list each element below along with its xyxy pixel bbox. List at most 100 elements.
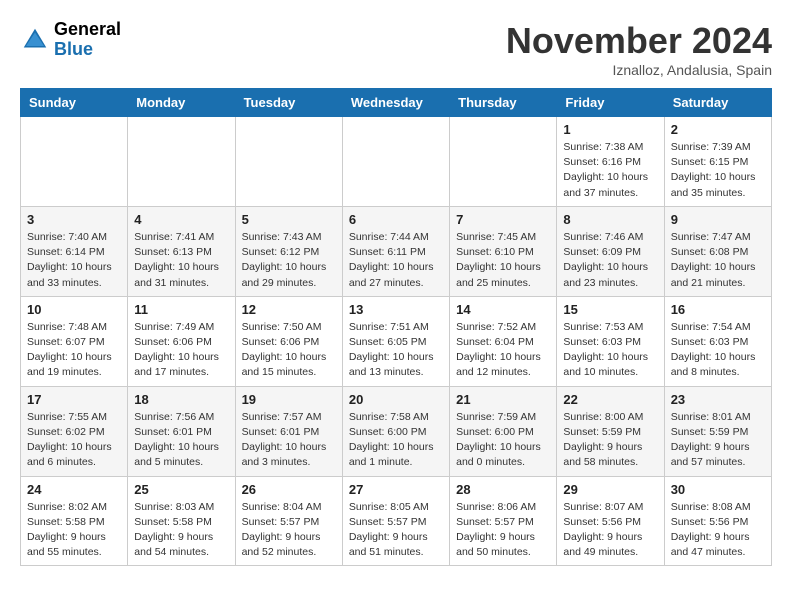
calendar-cell: 13 Sunrise: 7:51 AM Sunset: 6:05 PM Dayli… xyxy=(342,296,449,386)
day-number: 27 xyxy=(349,482,443,497)
calendar-week-row: 17 Sunrise: 7:55 AM Sunset: 6:02 PM Dayli… xyxy=(21,386,772,476)
day-number: 22 xyxy=(563,392,657,407)
day-info: Sunrise: 8:06 AM Sunset: 5:57 PM Dayligh… xyxy=(456,500,550,561)
calendar-header: SundayMondayTuesdayWednesdayThursdayFrid… xyxy=(21,89,772,117)
day-number: 5 xyxy=(242,212,336,227)
title-block: November 2024 Iznalloz, Andalusia, Spain xyxy=(506,20,772,78)
weekday-header: Thursday xyxy=(450,89,557,117)
day-number: 8 xyxy=(563,212,657,227)
day-info: Sunrise: 7:56 AM Sunset: 6:01 PM Dayligh… xyxy=(134,410,228,471)
calendar-week-row: 24 Sunrise: 8:02 AM Sunset: 5:58 PM Dayli… xyxy=(21,476,772,566)
calendar-cell xyxy=(235,117,342,207)
day-info: Sunrise: 8:05 AM Sunset: 5:57 PM Dayligh… xyxy=(349,500,443,561)
calendar: SundayMondayTuesdayWednesdayThursdayFrid… xyxy=(20,88,772,566)
day-number: 6 xyxy=(349,212,443,227)
calendar-cell: 9Sunrise: 7:47 AM Sunset: 6:08 PM Daylig… xyxy=(664,206,771,296)
day-number: 7 xyxy=(456,212,550,227)
day-number: 16 xyxy=(671,302,765,317)
calendar-cell: 28 Sunrise: 8:06 AM Sunset: 5:57 PM Dayli… xyxy=(450,476,557,566)
calendar-week-row: 1 Sunrise: 7:38 AM Sunset: 6:16 PM Daylig… xyxy=(21,117,772,207)
day-number: 10 xyxy=(27,302,121,317)
day-number: 19 xyxy=(242,392,336,407)
calendar-cell: 23Sunrise: 8:01 AM Sunset: 5:59 PM Dayli… xyxy=(664,386,771,476)
weekday-header: Wednesday xyxy=(342,89,449,117)
day-info: Sunrise: 7:43 AM Sunset: 6:12 PM Dayligh… xyxy=(242,230,336,291)
day-info: Sunrise: 7:52 AM Sunset: 6:04 PM Dayligh… xyxy=(456,320,550,381)
calendar-cell: 14 Sunrise: 7:52 AM Sunset: 6:04 PM Dayli… xyxy=(450,296,557,386)
calendar-cell: 3Sunrise: 7:40 AM Sunset: 6:14 PM Daylig… xyxy=(21,206,128,296)
weekday-header: Sunday xyxy=(21,89,128,117)
day-info: Sunrise: 7:51 AM Sunset: 6:05 PM Dayligh… xyxy=(349,320,443,381)
day-number: 23 xyxy=(671,392,765,407)
day-number: 25 xyxy=(134,482,228,497)
day-info: Sunrise: 7:57 AM Sunset: 6:01 PM Dayligh… xyxy=(242,410,336,471)
day-info: Sunrise: 8:04 AM Sunset: 5:57 PM Dayligh… xyxy=(242,500,336,561)
day-number: 14 xyxy=(456,302,550,317)
weekday-header: Saturday xyxy=(664,89,771,117)
day-number: 12 xyxy=(242,302,336,317)
day-number: 20 xyxy=(349,392,443,407)
calendar-body: 1 Sunrise: 7:38 AM Sunset: 6:16 PM Daylig… xyxy=(21,117,772,566)
day-number: 30 xyxy=(671,482,765,497)
calendar-cell: 4 Sunrise: 7:41 AM Sunset: 6:13 PM Daylig… xyxy=(128,206,235,296)
logo: General Blue xyxy=(20,20,121,60)
day-number: 17 xyxy=(27,392,121,407)
weekday-header: Tuesday xyxy=(235,89,342,117)
logo-text: General Blue xyxy=(54,20,121,60)
calendar-cell: 8Sunrise: 7:46 AM Sunset: 6:09 PM Daylig… xyxy=(557,206,664,296)
weekday-header: Friday xyxy=(557,89,664,117)
day-info: Sunrise: 7:53 AM Sunset: 6:03 PM Dayligh… xyxy=(563,320,657,381)
day-info: Sunrise: 7:41 AM Sunset: 6:13 PM Dayligh… xyxy=(134,230,228,291)
calendar-cell: 5 Sunrise: 7:43 AM Sunset: 6:12 PM Daylig… xyxy=(235,206,342,296)
calendar-cell: 27 Sunrise: 8:05 AM Sunset: 5:57 PM Dayli… xyxy=(342,476,449,566)
day-number: 11 xyxy=(134,302,228,317)
day-info: Sunrise: 7:45 AM Sunset: 6:10 PM Dayligh… xyxy=(456,230,550,291)
calendar-cell: 19 Sunrise: 7:57 AM Sunset: 6:01 PM Dayli… xyxy=(235,386,342,476)
day-number: 24 xyxy=(27,482,121,497)
calendar-cell: 7 Sunrise: 7:45 AM Sunset: 6:10 PM Daylig… xyxy=(450,206,557,296)
day-info: Sunrise: 7:48 AM Sunset: 6:07 PM Dayligh… xyxy=(27,320,121,381)
day-number: 4 xyxy=(134,212,228,227)
calendar-cell: 6 Sunrise: 7:44 AM Sunset: 6:11 PM Daylig… xyxy=(342,206,449,296)
calendar-cell xyxy=(128,117,235,207)
day-info: Sunrise: 8:07 AM Sunset: 5:56 PM Dayligh… xyxy=(563,500,657,561)
day-number: 29 xyxy=(563,482,657,497)
calendar-cell: 26 Sunrise: 8:04 AM Sunset: 5:57 PM Dayli… xyxy=(235,476,342,566)
calendar-cell: 30 Sunrise: 8:08 AM Sunset: 5:56 PM Dayli… xyxy=(664,476,771,566)
calendar-cell: 10 Sunrise: 7:48 AM Sunset: 6:07 PM Dayli… xyxy=(21,296,128,386)
calendar-cell: 15Sunrise: 7:53 AM Sunset: 6:03 PM Dayli… xyxy=(557,296,664,386)
calendar-cell: 17 Sunrise: 7:55 AM Sunset: 6:02 PM Dayli… xyxy=(21,386,128,476)
day-info: Sunrise: 7:49 AM Sunset: 6:06 PM Dayligh… xyxy=(134,320,228,381)
day-number: 13 xyxy=(349,302,443,317)
calendar-cell xyxy=(21,117,128,207)
day-info: Sunrise: 7:54 AM Sunset: 6:03 PM Dayligh… xyxy=(671,320,765,381)
day-info: Sunrise: 7:47 AM Sunset: 6:08 PM Dayligh… xyxy=(671,230,765,291)
day-number: 1 xyxy=(563,122,657,137)
weekday-row: SundayMondayTuesdayWednesdayThursdayFrid… xyxy=(21,89,772,117)
calendar-cell: 29 Sunrise: 8:07 AM Sunset: 5:56 PM Dayli… xyxy=(557,476,664,566)
calendar-cell: 20Sunrise: 7:58 AM Sunset: 6:00 PM Dayli… xyxy=(342,386,449,476)
day-number: 28 xyxy=(456,482,550,497)
day-number: 26 xyxy=(242,482,336,497)
calendar-cell: 24 Sunrise: 8:02 AM Sunset: 5:58 PM Dayli… xyxy=(21,476,128,566)
calendar-cell xyxy=(450,117,557,207)
page-header: General Blue November 2024 Iznalloz, And… xyxy=(20,20,772,78)
day-info: Sunrise: 7:44 AM Sunset: 6:11 PM Dayligh… xyxy=(349,230,443,291)
day-info: Sunrise: 8:02 AM Sunset: 5:58 PM Dayligh… xyxy=(27,500,121,561)
month-title: November 2024 xyxy=(506,20,772,62)
calendar-cell: 18 Sunrise: 7:56 AM Sunset: 6:01 PM Dayli… xyxy=(128,386,235,476)
calendar-week-row: 10 Sunrise: 7:48 AM Sunset: 6:07 PM Dayli… xyxy=(21,296,772,386)
calendar-cell: 1 Sunrise: 7:38 AM Sunset: 6:16 PM Daylig… xyxy=(557,117,664,207)
day-info: Sunrise: 7:40 AM Sunset: 6:14 PM Dayligh… xyxy=(27,230,121,291)
location: Iznalloz, Andalusia, Spain xyxy=(506,62,772,78)
calendar-week-row: 3Sunrise: 7:40 AM Sunset: 6:14 PM Daylig… xyxy=(21,206,772,296)
day-info: Sunrise: 8:00 AM Sunset: 5:59 PM Dayligh… xyxy=(563,410,657,471)
calendar-cell: 25Sunrise: 8:03 AM Sunset: 5:58 PM Dayli… xyxy=(128,476,235,566)
day-info: Sunrise: 7:38 AM Sunset: 6:16 PM Dayligh… xyxy=(563,140,657,201)
calendar-cell xyxy=(342,117,449,207)
day-info: Sunrise: 7:55 AM Sunset: 6:02 PM Dayligh… xyxy=(27,410,121,471)
day-info: Sunrise: 8:08 AM Sunset: 5:56 PM Dayligh… xyxy=(671,500,765,561)
calendar-cell: 11 Sunrise: 7:49 AM Sunset: 6:06 PM Dayli… xyxy=(128,296,235,386)
day-number: 18 xyxy=(134,392,228,407)
day-info: Sunrise: 7:59 AM Sunset: 6:00 PM Dayligh… xyxy=(456,410,550,471)
